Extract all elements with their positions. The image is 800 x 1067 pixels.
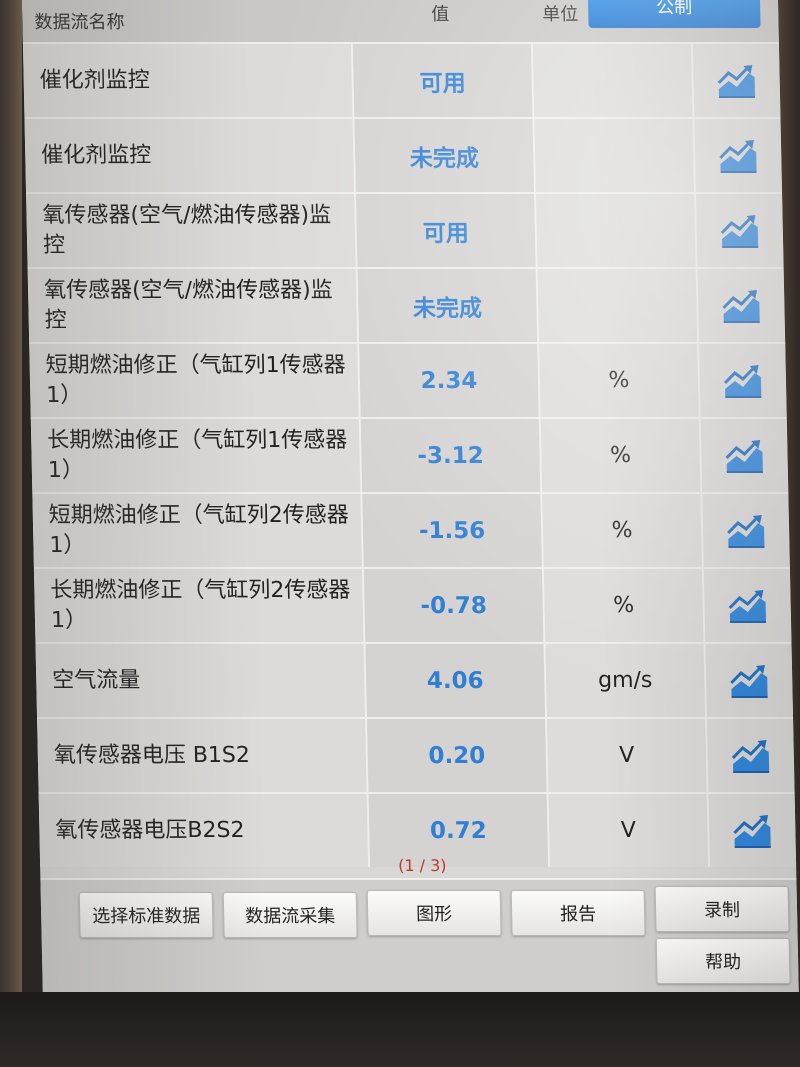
line-graph-icon[interactable]	[700, 419, 789, 492]
metric-unit-button[interactable]: 公制	[588, 0, 761, 28]
row-name: 短期燃油修正（气缸列1传感器1）	[29, 344, 361, 417]
line-graph-icon[interactable]	[703, 569, 792, 642]
row-unit	[536, 194, 698, 267]
table-row[interactable]: 催化剂监控 未完成	[24, 117, 783, 192]
table-row[interactable]: 短期燃油修正（气缸列1传感器1） 2.34%	[29, 342, 787, 417]
header-name-column: 数据流名称	[34, 12, 125, 33]
row-name: 催化剂监控	[22, 44, 355, 117]
report-button[interactable]: 报告	[510, 890, 646, 936]
row-name: 氧传感器电压B2S2	[38, 794, 371, 867]
row-unit: gm/s	[545, 644, 708, 717]
page-indicator: (1 / 3)	[397, 856, 447, 875]
table-row[interactable]: 短期燃油修正（气缸列2传感器1） -1.56%	[32, 492, 790, 567]
header-unit-column: 单位	[542, 4, 579, 25]
row-value: 4.06	[365, 644, 548, 717]
device-bezel-left	[0, 0, 22, 1067]
data-stream-collect-button[interactable]: 数据流采集	[222, 892, 358, 938]
table-row[interactable]: 催化剂监控 可用	[22, 42, 781, 117]
row-value: 未完成	[354, 119, 537, 192]
graph-button[interactable]: 图形	[366, 890, 502, 936]
row-value: -3.12	[360, 419, 543, 492]
line-graph-icon[interactable]	[707, 719, 795, 792]
row-name: 短期燃油修正（气缸列2传感器1）	[32, 494, 364, 567]
line-graph-icon[interactable]	[702, 494, 790, 567]
row-name: 氧传感器(空气/燃油传感器)监控	[26, 194, 358, 267]
help-button[interactable]: 帮助	[655, 938, 791, 984]
row-name: 长期燃油修正（气缸列1传感器1）	[30, 419, 363, 492]
device-bezel-bottom	[0, 992, 800, 1067]
table-row[interactable]: 长期燃油修正（气缸列1传感器1） -3.12%	[30, 417, 789, 492]
row-unit: %	[543, 569, 706, 642]
table-row[interactable]: 空气流量 4.06 gm/s	[35, 642, 794, 717]
row-value: 2.34	[359, 344, 541, 417]
row-unit: V	[548, 794, 711, 867]
row-unit	[534, 119, 697, 192]
table-row[interactable]: 氧传感器(空气/燃油传感器)监控 未完成	[27, 267, 786, 342]
row-name: 氧传感器电压 B1S2	[37, 719, 369, 792]
row-value: 未完成	[357, 269, 540, 342]
screen: 数据流名称 值 单位 公制 催化剂监控 可用 催化剂监控 未完成 氧传感器(空气/燃油传…	[22, 0, 799, 992]
record-button[interactable]: 录制	[654, 886, 790, 932]
table-row[interactable]: 长期燃油修正（气缸列2传感器1） -0.78%	[33, 567, 792, 642]
select-standard-data-button[interactable]: 选择标准数据	[78, 892, 214, 938]
data-stream-list: 催化剂监控 可用 催化剂监控 未完成 氧传感器(空气/燃油传感器)监控 可用 氧传感器(空气…	[22, 42, 797, 867]
line-graph-icon[interactable]	[699, 344, 787, 417]
row-value: 0.20	[367, 719, 549, 792]
row-name: 空气流量	[35, 644, 368, 717]
line-graph-icon[interactable]	[696, 194, 784, 267]
table-row[interactable]: 氧传感器(空气/燃油传感器)监控 可用	[26, 192, 784, 267]
row-value: 0.72	[368, 794, 551, 867]
row-unit	[532, 44, 695, 117]
line-graph-icon[interactable]	[708, 794, 797, 867]
bottom-toolbar: 选择标准数据 数据流采集 图形 报告 录制 帮助	[40, 878, 799, 992]
row-unit	[537, 269, 700, 342]
line-graph-icon[interactable]	[692, 44, 781, 117]
table-row[interactable]: 氧传感器电压 B1S2 0.20 V	[37, 717, 795, 792]
row-value: 可用	[352, 44, 535, 117]
header-value-column: 值	[431, 4, 450, 25]
row-name: 氧传感器(空气/燃油传感器)监控	[27, 269, 360, 342]
row-name: 长期燃油修正（气缸列2传感器1）	[33, 569, 366, 642]
row-value: -0.78	[363, 569, 546, 642]
line-graph-icon[interactable]	[705, 644, 794, 717]
line-graph-icon[interactable]	[694, 119, 783, 192]
row-value: 可用	[356, 194, 538, 267]
row-unit: %	[542, 494, 704, 567]
row-unit: %	[540, 419, 703, 492]
line-graph-icon[interactable]	[697, 269, 786, 342]
row-unit: %	[539, 344, 701, 417]
row-unit: V	[547, 719, 709, 792]
row-name: 催化剂监控	[24, 119, 357, 192]
row-value: -1.56	[362, 494, 544, 567]
